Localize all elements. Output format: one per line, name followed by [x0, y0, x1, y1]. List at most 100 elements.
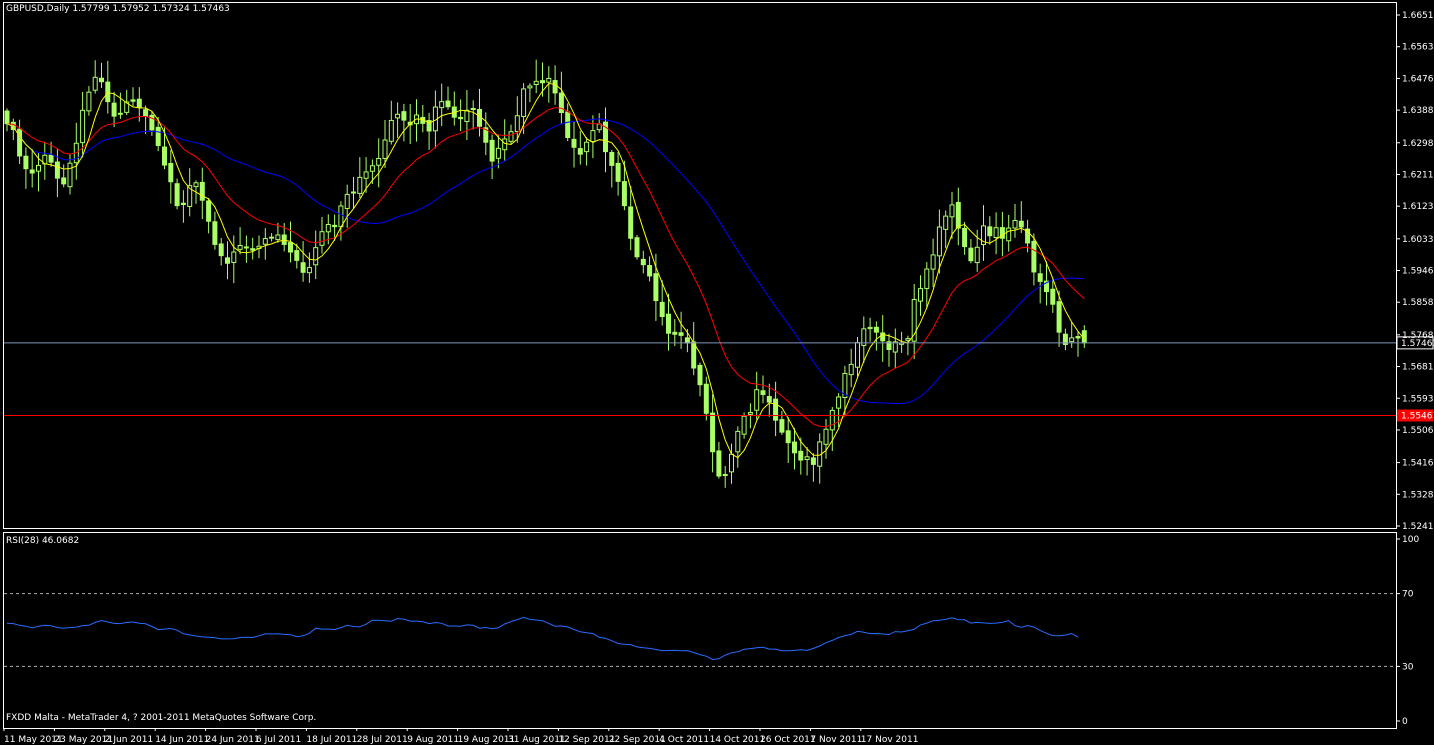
candle-body-down	[225, 257, 230, 264]
candle-body-up	[1006, 227, 1012, 242]
candle-body-down	[117, 112, 123, 115]
candle-body-up	[269, 236, 275, 239]
chart-header: GBPUSD,Daily 1.57799 1.57952 1.57324 1.5…	[6, 4, 230, 14]
candle-body-up	[231, 251, 237, 263]
candle-body-down	[577, 148, 583, 155]
candle-body-down	[332, 224, 338, 228]
candle-body-down	[672, 331, 678, 335]
candle-body-up	[439, 101, 445, 109]
ohlc-values: 1.57799 1.57952 1.57324 1.57463	[72, 4, 230, 14]
candle-body-down	[61, 177, 67, 185]
candle-body-up	[924, 268, 930, 289]
candle-body-down	[987, 226, 993, 237]
candle-body-up	[722, 474, 728, 477]
candle-body-down	[621, 181, 627, 207]
candle-body-down	[962, 227, 968, 248]
candle-body-up	[514, 115, 520, 133]
candle-body-down	[634, 237, 640, 258]
price-tick-label: 1.57685	[1402, 331, 1434, 341]
date-tick-label: 31 Aug 2011	[508, 735, 566, 745]
candle	[634, 235, 640, 260]
candle-body-up	[943, 215, 949, 230]
candle-body-down	[162, 146, 167, 166]
candle-body-up	[325, 223, 331, 233]
candle-body-up	[521, 88, 527, 117]
candle-body-down	[1056, 301, 1062, 333]
candle-body-down	[615, 162, 621, 182]
candle-body-up	[275, 234, 281, 241]
date-tick-label: 4 Oct 2011	[659, 735, 709, 745]
price-tick-label: 1.54160	[1402, 459, 1434, 469]
candle-body-up	[892, 341, 898, 353]
candle-body-up	[584, 141, 590, 153]
candle-body-down	[351, 191, 356, 194]
candle-body-up	[527, 85, 533, 89]
candle-body-up	[905, 338, 911, 341]
candle-body-up	[313, 247, 319, 266]
price-tick-label: 1.62110	[1402, 170, 1434, 180]
candle-body-down	[212, 221, 218, 245]
candle-body-down	[697, 364, 703, 386]
candle-body-up	[867, 326, 873, 330]
candle-body-down	[779, 419, 785, 433]
date-tick-label: 7 Nov 2011	[810, 735, 862, 745]
price-tick-label: 1.63885	[1402, 106, 1434, 116]
candle-body-up	[369, 165, 375, 172]
candle-body-down	[288, 242, 293, 253]
candle-body-down	[48, 154, 54, 163]
date-tick-label: 2 Jun 2011	[105, 735, 153, 745]
candle-body-down	[565, 111, 571, 138]
candle-body-up	[338, 205, 344, 228]
date-tick-label: 22 Sep 2011	[609, 735, 666, 745]
candle-body-up	[237, 244, 243, 250]
candle-body-up	[747, 412, 753, 415]
price-tick-label: 1.53285	[1402, 490, 1434, 500]
candle-body-down	[143, 109, 149, 117]
candle-body-up	[395, 113, 401, 119]
candle-body-down	[678, 332, 684, 336]
price-tick-label: 1.66510	[1402, 11, 1434, 21]
candle-body-up	[382, 139, 388, 159]
rsi-tick-label: 0	[1402, 717, 1408, 727]
candle-body-up	[804, 456, 810, 461]
candle-body-up	[193, 182, 199, 188]
candle-body-down	[401, 111, 407, 121]
chart-canvas: 1.574631.55463 1.665101.656351.647601.63…	[0, 0, 1434, 745]
candle-body-up	[1012, 219, 1018, 229]
candle-body-down	[155, 126, 161, 146]
candle-body-up	[949, 204, 955, 218]
candle-body-down	[199, 181, 205, 201]
candle-body-up	[546, 77, 552, 83]
candle-body-down	[99, 77, 104, 83]
date-tick-label: 6 Jul 2011	[256, 735, 301, 745]
date-tick-label: 28 Jul 2011	[357, 735, 408, 745]
candle-body-down	[873, 326, 879, 333]
candle-body-down	[206, 200, 212, 222]
candle-body-down	[174, 183, 180, 207]
chart-background	[0, 0, 1434, 745]
candle-body-up	[829, 409, 835, 431]
candle-body-up	[823, 428, 829, 445]
candle-body-down	[489, 139, 495, 162]
candle-body-down	[609, 151, 615, 166]
candle-body-down	[640, 258, 646, 266]
price-tick-label: 1.61235	[1402, 202, 1434, 212]
candle-body-down	[1018, 220, 1024, 228]
candle-body-down	[136, 98, 142, 108]
candle-body-down	[710, 412, 716, 453]
price-tick-label: 1.59460	[1402, 267, 1434, 277]
candle-body-down	[785, 430, 791, 444]
candle-body-down	[281, 234, 287, 245]
candle-body-up	[754, 389, 760, 411]
candle-body-up	[855, 342, 860, 368]
candle-body-down	[703, 383, 709, 414]
candle-body-down	[23, 155, 29, 170]
candle-body-down	[540, 80, 545, 84]
candle-body-down	[1050, 288, 1056, 305]
price-tick-label: 1.65635	[1402, 43, 1434, 53]
candle-body-up	[363, 171, 369, 179]
candle-body-down	[168, 162, 174, 183]
candle-body-down	[773, 398, 779, 421]
candle-body-up	[502, 138, 508, 151]
level-price-label: 1.55463	[1401, 411, 1434, 421]
